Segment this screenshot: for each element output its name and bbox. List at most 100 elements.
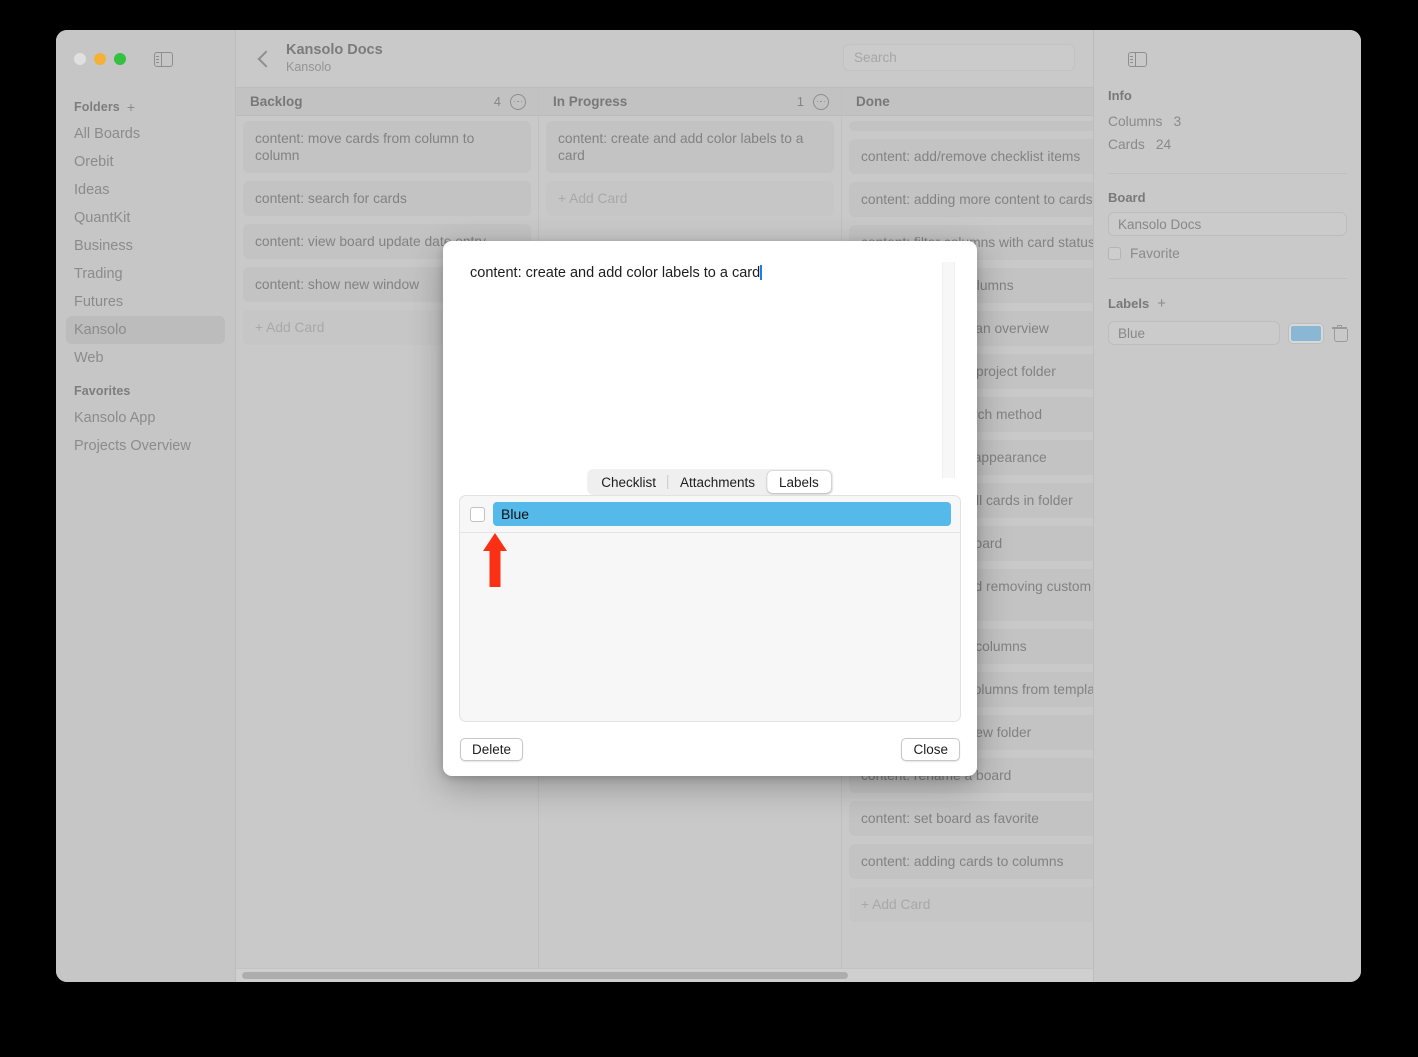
tab-checklist[interactable]: Checklist <box>589 471 668 493</box>
delete-label: Delete <box>472 741 512 757</box>
sidebar-item-label: Kansolo <box>74 322 127 338</box>
add-folder-button[interactable]: + <box>127 99 135 115</box>
sidebar-item-label: Business <box>74 238 133 254</box>
label-name-input[interactable]: Blue <box>1108 321 1280 345</box>
close-button[interactable]: Close <box>901 737 960 761</box>
text-caret <box>760 265 763 280</box>
tab-attachments[interactable]: Attachments <box>668 471 767 493</box>
card[interactable]: content: search for cards <box>243 181 531 216</box>
card[interactable] <box>849 121 1093 131</box>
column-title: Done <box>856 94 890 109</box>
tab-label: Attachments <box>679 474 756 490</box>
sidebar-item-futures[interactable]: Futures <box>66 288 225 316</box>
sidebar-item-trading[interactable]: Trading <box>66 260 225 288</box>
sidebar-item-web[interactable]: Web <box>66 344 225 372</box>
card[interactable]: content: add/remove checklist items <box>849 139 1093 174</box>
folders-section-header: Folders + <box>56 94 235 120</box>
tab-labels[interactable]: Labels <box>767 471 831 493</box>
sidebar-item-label: Web <box>74 350 104 366</box>
card-detail-modal: content: create and add color labels to … <box>443 241 977 776</box>
card[interactable]: content: adding cards to columns <box>849 844 1093 879</box>
card[interactable]: content: set board as favorite <box>849 801 1093 836</box>
label-name-value: Blue <box>501 506 530 522</box>
labels-label: Labels <box>1108 296 1150 311</box>
page-subtitle: Kansolo <box>286 60 332 74</box>
add-card-button[interactable]: + Add Card <box>546 181 834 216</box>
sidebar-item-ideas[interactable]: Ideas <box>66 176 225 204</box>
textarea-scrollbar[interactable] <box>942 262 955 478</box>
board-name-input[interactable]: Kansolo Docs <box>1108 212 1347 236</box>
modal-tabs: Checklist Attachments Labels <box>587 469 833 495</box>
board-name-value: Kansolo Docs <box>1118 216 1202 232</box>
sidebar-item-projects-overview[interactable]: Projects Overview <box>66 432 225 460</box>
maximize-window-button[interactable] <box>114 53 126 65</box>
ellipsis-circle-icon[interactable] <box>510 93 526 110</box>
label-row: Blue <box>1108 321 1348 345</box>
sidebar-item-orebit[interactable]: Orebit <box>66 148 225 176</box>
divider <box>1108 278 1347 279</box>
column-title: In Progress <box>553 94 628 109</box>
info-row-columns: Columns 3 <box>1108 110 1347 133</box>
ellipsis-circle-icon[interactable] <box>813 93 829 110</box>
modal-footer: Delete Close <box>443 722 977 776</box>
label-name-input[interactable]: Blue <box>493 502 951 526</box>
favorites-label: Favorites <box>74 384 131 398</box>
sidebar-item-label: Orebit <box>74 154 114 170</box>
scrollbar-thumb[interactable] <box>242 972 848 979</box>
column-title: Backlog <box>250 94 303 109</box>
sidebar-item-label: All Boards <box>74 126 141 142</box>
screen: Folders + All Boards Orebit Ideas QuantK… <box>0 0 1418 1057</box>
info-key: Cards <box>1108 137 1145 152</box>
sidebar-item-kansolo[interactable]: Kansolo <box>66 316 225 344</box>
breadcrumb: Kansolo Docs Kansolo <box>286 42 383 75</box>
minimize-window-button[interactable] <box>94 53 106 65</box>
sidebar-item-quantkit[interactable]: QuantKit <box>66 204 225 232</box>
trash-icon[interactable] <box>1332 325 1348 342</box>
sidebar-item-business[interactable]: Business <box>66 232 225 260</box>
delete-button[interactable]: Delete <box>460 737 524 761</box>
page-title: Kansolo Docs <box>286 42 383 58</box>
card-text-value: content: create and add color labels to … <box>470 265 761 281</box>
favorite-checkbox[interactable]: Favorite <box>1108 246 1347 261</box>
left-sidebar: Folders + All Boards Orebit Ideas QuantK… <box>56 30 236 982</box>
sidebar-item-kansolo-app[interactable]: Kansolo App <box>66 404 225 432</box>
list-item[interactable]: Blue <box>460 496 960 533</box>
search-placeholder: Search <box>854 50 897 65</box>
red-up-arrow-annotation <box>483 533 507 587</box>
card[interactable]: content: adding more content to cards <box>849 182 1093 217</box>
labels-list-panel: Blue <box>459 495 961 722</box>
column-header: Done <box>842 88 1093 116</box>
board-toolbar: Kansolo Docs Kansolo Search <box>236 30 1093 88</box>
inspector-toolbar <box>1108 30 1347 88</box>
card-text-editor[interactable]: content: create and add color labels to … <box>443 241 977 484</box>
close-window-button[interactable] <box>74 53 86 65</box>
info-header: Info <box>1108 88 1132 103</box>
sidebar-toggle-icon[interactable] <box>154 51 173 67</box>
sidebar-item-label: QuantKit <box>74 210 131 226</box>
add-card-button[interactable]: + Add Card <box>849 887 1093 922</box>
add-label-button[interactable]: + <box>1157 295 1166 312</box>
info-key: Columns <box>1108 114 1163 129</box>
info-row-cards: Cards 24 <box>1108 133 1347 156</box>
sidebar-item-all-boards[interactable]: All Boards <box>66 120 225 148</box>
search-input[interactable]: Search <box>843 44 1075 71</box>
sidebar-item-label: Trading <box>74 266 123 282</box>
card[interactable]: content: move cards from column to colum… <box>243 121 531 173</box>
column-card-count: 1 <box>796 94 804 109</box>
right-inspector-panel: Info Columns 3 Cards 24 Board Kansolo Do… <box>1093 30 1361 982</box>
favorites-section-header: Favorites <box>56 378 235 404</box>
divider <box>1108 173 1347 174</box>
horizontal-scrollbar[interactable] <box>236 968 1093 982</box>
sidebar-item-label: Kansolo App <box>74 410 156 426</box>
label-color-swatch[interactable] <box>1289 323 1323 343</box>
back-chevron-icon[interactable] <box>252 48 274 70</box>
inspector-toggle-icon[interactable] <box>1128 51 1147 67</box>
label-checkbox[interactable] <box>470 506 485 522</box>
column-card-count: 4 <box>493 94 501 109</box>
label-name-value: Blue <box>1118 325 1146 341</box>
card[interactable]: content: create and add color labels to … <box>546 121 834 173</box>
info-value: 24 <box>1155 137 1172 152</box>
column-header: In Progress 1 <box>539 88 841 116</box>
board-header: Board <box>1108 190 1146 205</box>
close-label: Close <box>913 741 948 757</box>
